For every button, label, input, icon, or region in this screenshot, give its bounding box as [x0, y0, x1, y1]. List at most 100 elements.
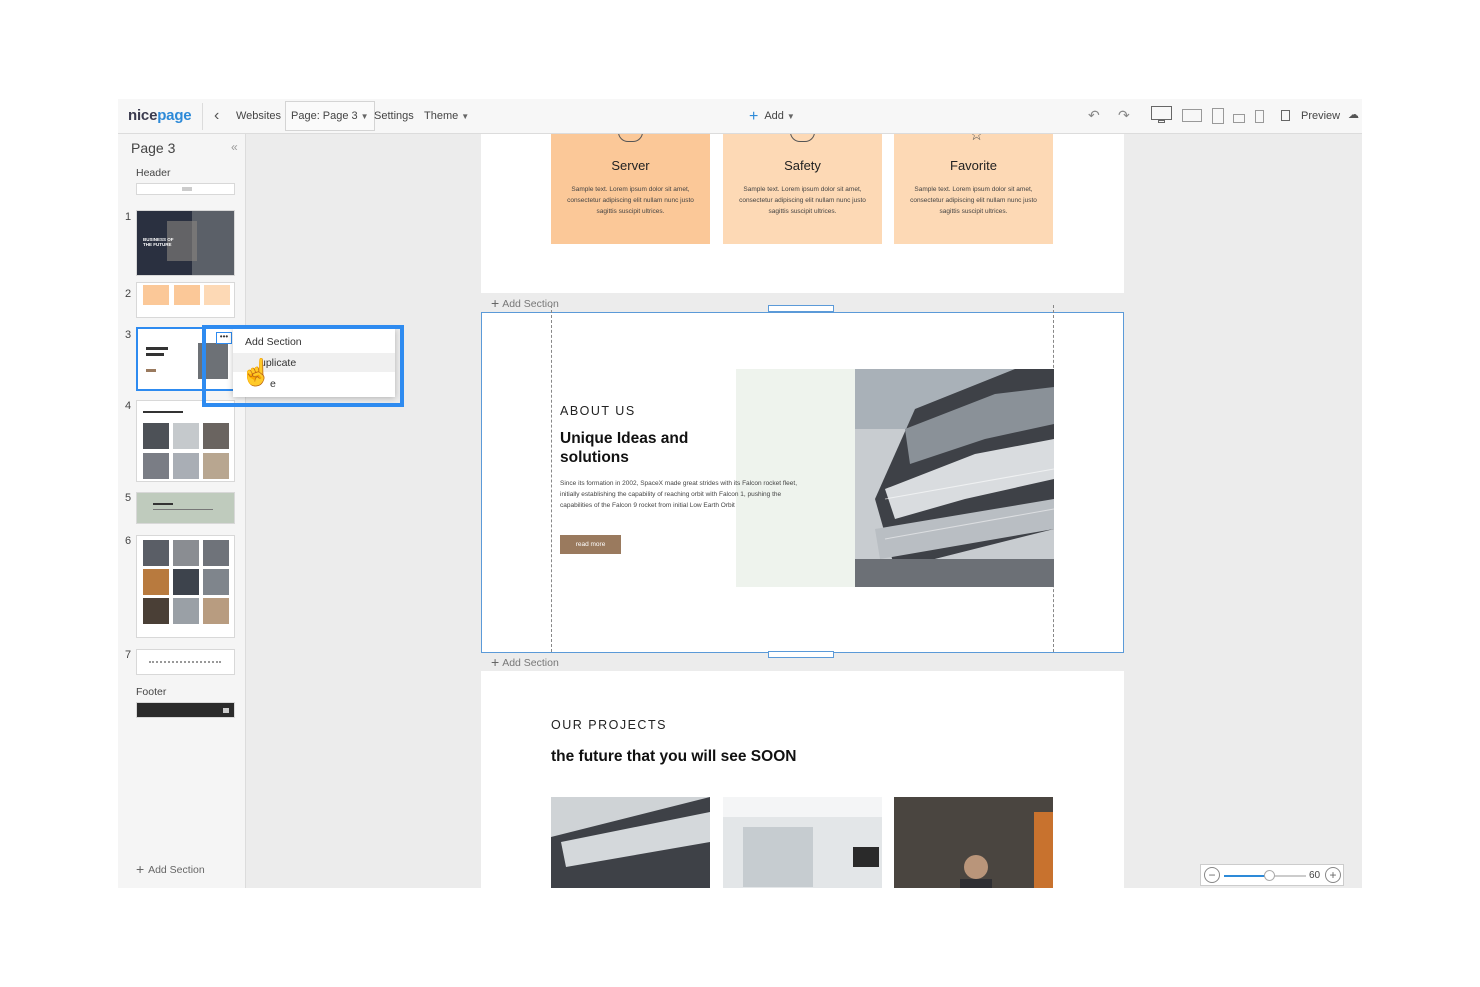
- zoom-in-icon[interactable]: +: [1325, 867, 1341, 883]
- thumb-photo: [143, 453, 169, 479]
- section-thumbnail-7[interactable]: [136, 649, 235, 675]
- thumb-heading: [143, 411, 183, 413]
- feature-card-server[interactable]: Server Sample text. Lorem ipsum dolor si…: [551, 134, 710, 244]
- section-number: 3: [125, 329, 132, 341]
- feature-card-safety[interactable]: Safety Sample text. Lorem ipsum dolor si…: [723, 134, 882, 244]
- thumb-photo: [173, 569, 199, 595]
- add-menu-button[interactable]: + Add ▼: [749, 108, 795, 126]
- section-resize-handle-bottom[interactable]: [768, 651, 834, 658]
- chevron-down-icon: ▼: [786, 112, 795, 121]
- section-number: 2: [125, 288, 132, 300]
- top-toolbar: nicepage ‹ Websites Page: Page 3 ▼ Settin…: [118, 99, 1362, 134]
- collapse-panel-icon[interactable]: «: [231, 140, 238, 154]
- about-kicker[interactable]: ABOUT US: [560, 404, 636, 418]
- cloud-publish-icon[interactable]: ☁: [1348, 108, 1359, 121]
- thumb-photo: [192, 211, 234, 275]
- preview-button[interactable]: Preview: [1301, 110, 1340, 122]
- desktop-view-icon[interactable]: [1151, 106, 1172, 120]
- footer-thumbnail[interactable]: [136, 702, 235, 718]
- back-chevron-icon[interactable]: ‹: [214, 107, 219, 125]
- phone-portrait-view-icon[interactable]: [1255, 110, 1264, 123]
- canvas-add-section-button[interactable]: + Add Section: [491, 295, 559, 311]
- websites-link[interactable]: Websites: [236, 110, 281, 122]
- context-menu-highlight: [202, 325, 404, 407]
- header-label: Header: [136, 167, 171, 179]
- section-number: 7: [125, 649, 132, 661]
- safety-icon: [790, 134, 815, 142]
- settings-menu[interactable]: Settings: [374, 110, 414, 122]
- card-text: Sample text. Lorem ipsum dolor sit amet,…: [739, 186, 866, 215]
- thumb-photo: [203, 453, 229, 479]
- header-thumbnail[interactable]: [136, 183, 235, 195]
- redo-icon[interactable]: ↷: [1118, 107, 1130, 124]
- card-text: Sample text. Lorem ipsum dolor sit amet,…: [567, 186, 694, 215]
- project-image-2[interactable]: [723, 797, 882, 888]
- projects-heading[interactable]: the future that you will see SOON: [551, 748, 796, 766]
- thumb-photo: [173, 540, 199, 566]
- theme-label: Theme: [424, 110, 459, 122]
- building-image[interactable]: [855, 369, 1054, 587]
- star-icon: ☆: [969, 134, 984, 144]
- add-section-label: Add Section: [502, 657, 559, 669]
- plus-icon: +: [491, 295, 500, 311]
- section-thumbnail-2[interactable]: [136, 282, 235, 318]
- project-photo: [960, 812, 1053, 888]
- section-thumbnail-5[interactable]: [136, 492, 235, 524]
- section-number: 6: [125, 535, 132, 547]
- thumb-heading: [153, 503, 173, 505]
- zoom-slider-knob[interactable]: [1264, 870, 1276, 881]
- page-canvas[interactable]: Server Sample text. Lorem ipsum dolor si…: [246, 134, 1362, 888]
- thumb-photo: [173, 598, 199, 624]
- section-resize-handle-top[interactable]: [768, 305, 834, 312]
- about-section-selected[interactable]: ABOUT US Unique Ideas and solutions Sinc…: [481, 305, 1124, 653]
- thumb-heading: [146, 353, 164, 356]
- zoom-fill: [1224, 875, 1270, 877]
- card-title: Server: [611, 158, 650, 173]
- phone-landscape-view-icon[interactable]: [1233, 114, 1245, 123]
- thumb-photo: [143, 540, 169, 566]
- canvas-add-section-button[interactable]: + Add Section: [491, 654, 559, 670]
- chevron-down-icon: ▼: [360, 112, 369, 121]
- nicepage-logo: nicepage: [128, 107, 192, 124]
- tablet-view-icon[interactable]: [1212, 108, 1224, 124]
- project-image-3[interactable]: [894, 797, 1053, 888]
- theme-menu[interactable]: Theme ▼: [424, 110, 469, 122]
- thumb-hero-text: BUSINESS OF THE FUTURE: [143, 237, 174, 247]
- zoom-out-icon[interactable]: −: [1204, 867, 1220, 883]
- thumb-photo: [143, 423, 169, 449]
- thumb-photo: [203, 598, 229, 624]
- about-heading[interactable]: Unique Ideas and solutions: [560, 429, 720, 467]
- page-selector-dropdown[interactable]: Page: Page 3 ▼: [285, 101, 375, 131]
- footer-label: Footer: [136, 686, 167, 698]
- project-photo: [551, 797, 710, 888]
- thumb-photo: [173, 423, 199, 449]
- toolbar-divider: [202, 103, 203, 130]
- about-body-text[interactable]: Since its formation in 2002, SpaceX made…: [560, 478, 800, 511]
- panel-title: Page 3: [131, 140, 176, 156]
- section-thumbnail-6[interactable]: [136, 535, 235, 638]
- features-section[interactable]: Server Sample text. Lorem ipsum dolor si…: [481, 134, 1124, 293]
- project-image-1[interactable]: [551, 797, 710, 888]
- read-more-button[interactable]: read more: [560, 535, 621, 554]
- feature-card-favorite[interactable]: ☆ Favorite Sample text. Lorem ipsum dolo…: [894, 134, 1053, 244]
- section-thumbnail-4[interactable]: [136, 400, 235, 482]
- thumb-heading: [146, 347, 168, 350]
- projects-section[interactable]: OUR PROJECTS the future that you will se…: [481, 671, 1124, 888]
- undo-icon[interactable]: ↶: [1088, 107, 1100, 124]
- thumb-photo: [173, 453, 199, 479]
- desktop-stand: [1158, 120, 1165, 123]
- preview-icon[interactable]: [1281, 110, 1290, 121]
- sidebar-add-section-button[interactable]: + Add Section: [136, 861, 205, 877]
- zoom-control: − 60 +: [1200, 864, 1344, 886]
- thumb-detail: [223, 708, 229, 713]
- section-number: 1: [125, 211, 132, 223]
- laptop-view-icon[interactable]: [1182, 109, 1202, 122]
- chevron-down-icon: ▼: [461, 112, 470, 121]
- card-text: Sample text. Lorem ipsum dolor sit amet,…: [910, 186, 1037, 215]
- section-thumbnail-1[interactable]: BUSINESS OF THE FUTURE: [136, 210, 235, 276]
- server-icon: [618, 134, 643, 142]
- thumb-photo: [203, 423, 229, 449]
- thumb-card: [174, 285, 200, 305]
- section-number: 4: [125, 400, 132, 412]
- projects-kicker[interactable]: OUR PROJECTS: [551, 718, 667, 732]
